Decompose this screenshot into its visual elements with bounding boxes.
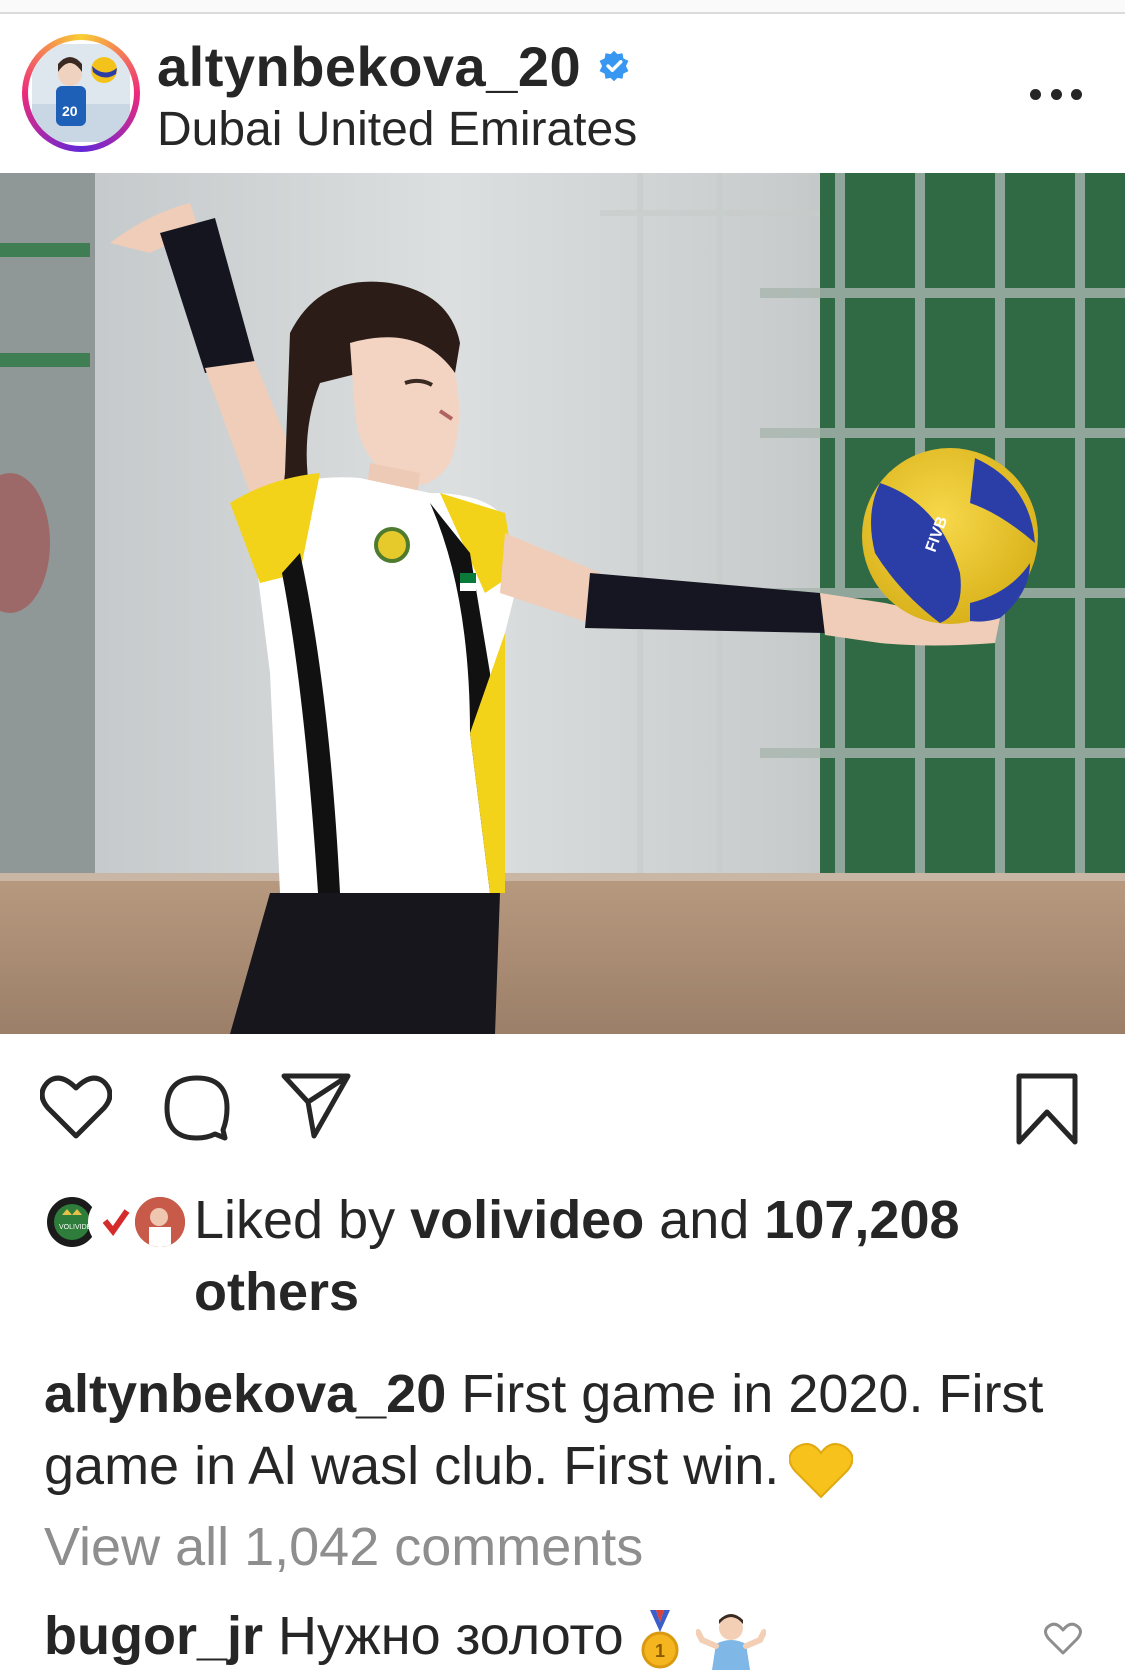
avatar <box>132 1194 188 1250</box>
post-username[interactable]: altynbekova_20 <box>157 34 581 99</box>
comment-text: Нужно золото <box>263 1606 624 1666</box>
post-caption: altynbekova_20 First game in 2020. First… <box>44 1358 1084 1502</box>
comment-row: bugor_jr Нужно золото 1 <box>44 1605 766 1670</box>
heart-icon[interactable] <box>40 1074 112 1140</box>
status-bar-edge <box>0 0 1125 14</box>
person-shrugging-icon <box>695 1613 766 1670</box>
svg-text:1: 1 <box>655 1641 665 1661</box>
post-photo[interactable]: FIVB <box>0 173 1125 1034</box>
bookmark-icon[interactable] <box>1015 1072 1079 1146</box>
volleyball-player-image: FIVB <box>0 173 1125 1034</box>
post-actions <box>0 1034 1125 1164</box>
comment-like-heart-icon[interactable] <box>1044 1622 1082 1656</box>
avatar-image: 20 <box>32 44 130 142</box>
gold-medal-icon: 1 <box>641 1609 679 1669</box>
comment-icon[interactable] <box>163 1074 231 1142</box>
svg-text:20: 20 <box>62 103 78 119</box>
yellow-heart-icon <box>789 1442 854 1499</box>
comment-username[interactable]: bugor_jr <box>44 1606 263 1666</box>
profile-avatar-ring[interactable]: 20 <box>22 34 140 152</box>
post-location[interactable]: Dubai United Emirates <box>157 102 637 157</box>
verified-badge-icon <box>599 50 629 82</box>
more-options-icon[interactable] <box>1030 84 1082 104</box>
likes-count[interactable]: 107,208 <box>764 1190 959 1250</box>
likes-text: Liked by volivideo and 107,208 others <box>194 1190 960 1322</box>
liked-by-avatars[interactable]: VOLIVIDEO <box>44 1194 204 1254</box>
send-icon[interactable] <box>280 1072 352 1140</box>
caption-username[interactable]: altynbekova_20 <box>44 1364 446 1424</box>
post-header: 20 altynbekova_20 Dubai United Emirates <box>0 14 1125 172</box>
liked-by-username[interactable]: volivideo <box>410 1190 644 1250</box>
view-all-comments-link[interactable]: View all 1,042 comments <box>44 1516 643 1578</box>
avatar[interactable]: 20 <box>28 40 134 146</box>
